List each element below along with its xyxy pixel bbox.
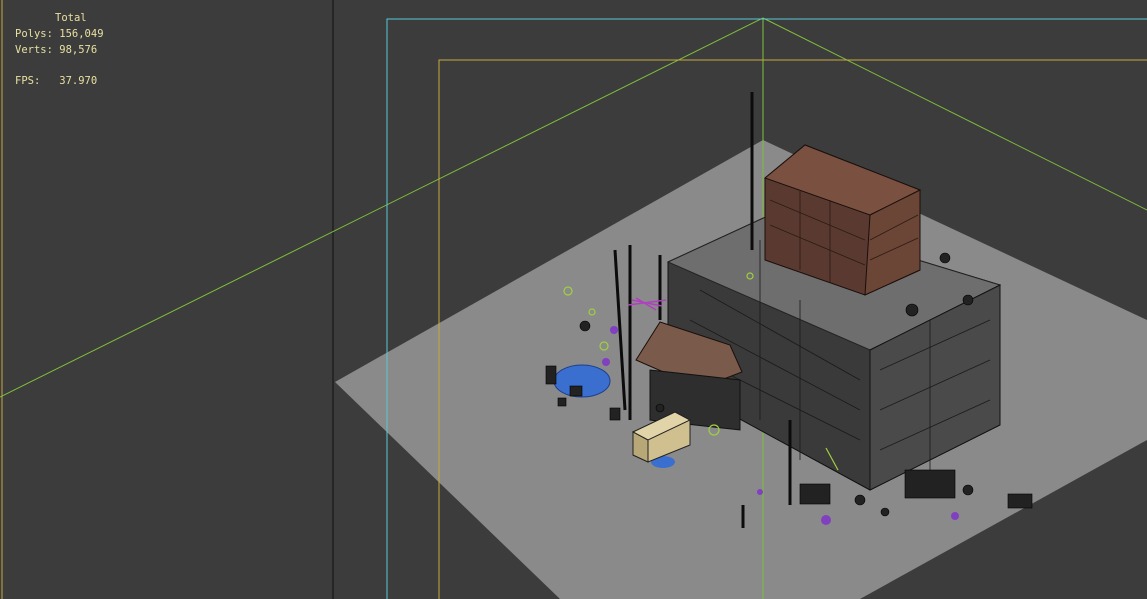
stats-polys: Polys: 156,049 <box>15 26 104 42</box>
viewport-statistics: Total Polys: 156,049 Verts: 98,576 FPS: … <box>15 10 104 89</box>
verts-value: 98,576 <box>59 44 98 56</box>
polys-label: Polys: <box>15 28 53 40</box>
polys-value: 156,049 <box>59 28 104 40</box>
fps-label: FPS: <box>15 75 41 87</box>
3d-viewport[interactable]: Total Polys: 156,049 Verts: 98,576 FPS: … <box>0 0 1147 599</box>
scene-canvas[interactable] <box>0 0 1147 599</box>
verts-label: Verts: <box>15 44 53 56</box>
stats-fps: FPS: 37.970 <box>15 73 104 89</box>
stats-verts: Verts: 98,576 <box>15 42 104 58</box>
fps-value: 37.970 <box>59 75 98 87</box>
stats-total-label: Total <box>55 12 87 24</box>
